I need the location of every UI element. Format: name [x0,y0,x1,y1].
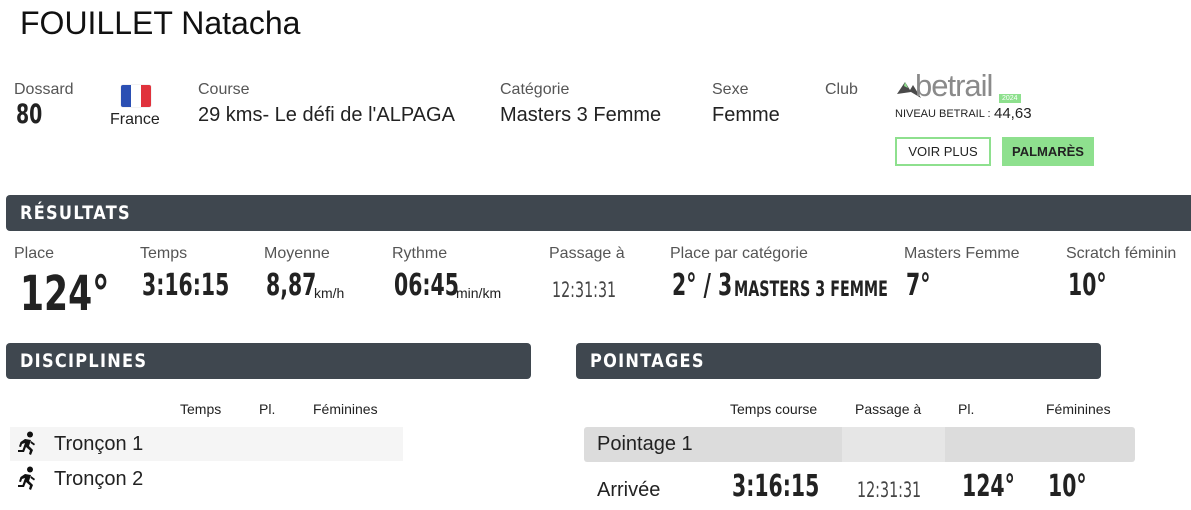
temps-label: Temps [140,245,188,262]
disciplines-title: DISCIPLINES [20,350,148,372]
passage-value-wrap: 12:31:31 [552,278,646,302]
resultats-section-header: RÉSULTATS [6,195,1191,231]
pointages-col-feminines: Féminines [1046,401,1111,417]
temps-value-wrap: 3:16:15 [142,268,270,303]
passage-label: Passage à [549,245,625,262]
rythme-value: 06:45 [394,268,459,303]
temps-value: 3:16:15 [142,268,230,303]
course-value: 29 kms- Le défi de l'ALPAGA [198,104,455,126]
scratch-feminin-value: 10° [1068,268,1107,303]
dossard-label: Dossard [14,81,74,98]
disciplines-section-header: DISCIPLINES [6,343,531,379]
discipline-name: Tronçon 1 [54,433,144,455]
scratch-feminin-label: Scratch féminin [1066,245,1177,262]
pointages-section-header: POINTAGES [576,343,1101,379]
moyenne-label: Moyenne [264,245,330,262]
moyenne-value: 8,87 [266,268,317,303]
pointages-title: POINTAGES [590,350,705,372]
pointage-cell-passage [842,427,945,462]
runner-icon [18,431,35,455]
pointage-passage-wrap: 12:31:31 [857,478,951,502]
sexe-value: Femme [712,104,780,126]
moyenne-unit: km/h [314,285,345,301]
place-value: 124° [20,266,110,322]
course-label: Course [198,81,250,98]
masters-femme-value: 7° [906,268,931,303]
sexe-label: Sexe [712,81,749,98]
categorie-value: Masters 3 Femme [500,104,662,126]
categorie-label: Catégorie [500,81,570,98]
pointages-col-temps-course: Temps course [730,401,818,417]
pointage-place-wrap: 124° [962,469,1040,504]
dossard-value: 80 [16,99,43,130]
pointage-name: Pointage 1 [597,433,693,455]
niveau-betrail-value: 44,63 [994,105,1032,122]
pointage-feminines: 10° [1048,469,1087,504]
place-categorie-label: Place par catégorie [670,245,808,262]
pointages-col-place: Pl. [958,401,975,417]
pointage-feminines-wrap: 10° [1048,469,1105,504]
france-flag-icon [121,85,151,107]
disciplines-col-place: Pl. [259,401,276,417]
place-label: Place [14,245,55,262]
passage-value: 12:31:31 [552,278,617,302]
rythme-unit: min/km [456,285,502,301]
betrail-logo-badge: 2024 [999,94,1021,103]
pointage-temps-wrap: 3:16:15 [732,469,860,504]
place-categorie-value: 2° / 3 [672,268,733,303]
pointage-name: Arrivée [597,479,661,501]
place-value-wrap: 124° [20,266,144,322]
discipline-name: Tronçon 2 [54,468,144,490]
disciplines-col-feminines: Féminines [313,401,378,417]
disciplines-col-temps: Temps [180,401,222,417]
voir-plus-button[interactable]: VOIR PLUS [895,137,991,166]
runner-icon [18,466,35,490]
runner-name: FOUILLET Natacha [20,5,301,41]
pointage-temps: 3:16:15 [732,469,820,504]
pointage-place: 124° [962,469,1015,504]
rythme-label: Rythme [392,245,448,262]
club-label: Club [825,81,858,98]
betrail-logo-text: betrail [915,68,993,103]
pointages-col-passage: Passage à [855,401,922,417]
resultats-title: RÉSULTATS [20,202,131,224]
masters-femme-label: Masters Femme [904,245,1020,262]
place-categorie-cat: MASTERS 3 FEMME [734,277,888,301]
niveau-betrail-label: NIVEAU BETRAIL : [895,108,991,120]
pointage-passage: 12:31:31 [857,478,922,502]
betrail-logo[interactable]: betrail 2024 [895,68,1035,103]
scratch-feminin-value-wrap: 10° [1068,268,1125,303]
dossard-value-wrap: 80 [16,99,54,130]
palmares-button[interactable]: PALMARÈS [1002,137,1094,166]
country-name: France [110,111,160,128]
masters-femme-value-wrap: 7° [906,268,942,303]
